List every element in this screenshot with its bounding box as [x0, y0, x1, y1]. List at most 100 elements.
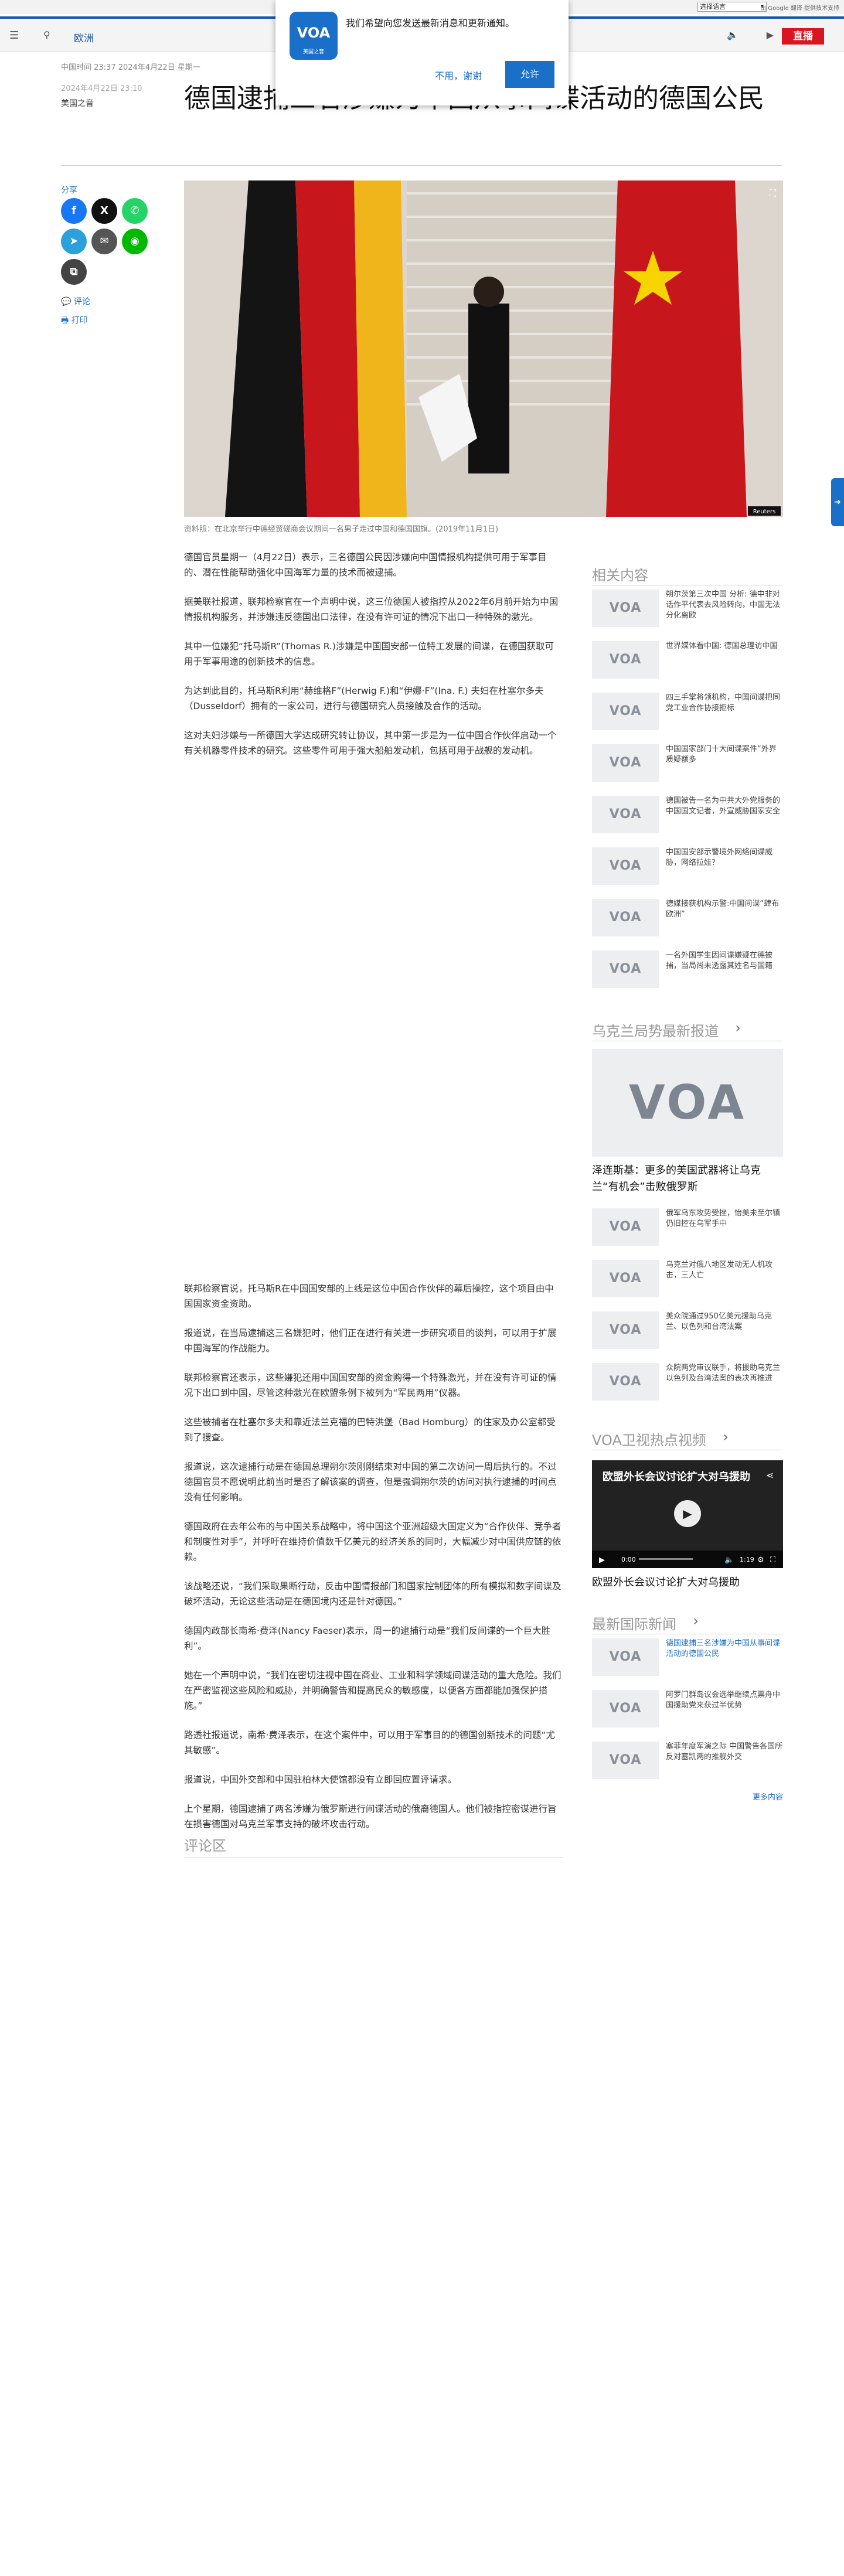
- related-item[interactable]: VOA 中国国家部门十大间谍案件“外界质疑额多: [592, 744, 783, 786]
- more-link[interactable]: 更多内容: [753, 1791, 783, 1802]
- settings-icon[interactable]: ⚙: [757, 1556, 764, 1565]
- video-icon[interactable]: ▶: [767, 29, 774, 40]
- image-caption: 资料照：在北京举行中德经贸磋商会议期间一名男子走过中国和德国国旗。(2019年1…: [184, 525, 499, 534]
- ukraine-item-title: 美众院通过950亿美元援助乌克兰、以色列和台湾法案: [666, 1312, 772, 1331]
- ukraine-main-title[interactable]: 泽连斯基：更多的美国武器将让乌克兰“有机会”击败俄罗斯: [592, 1163, 783, 1195]
- flags-photo: Reuters: [184, 180, 783, 517]
- title-divider: [61, 165, 782, 166]
- voa-thumb: VOA: [592, 1363, 659, 1401]
- paragraph: 联邦检察官还表示，这些嫌犯还用中国国安部的资金购得一个特殊激光，并在没有许可证的…: [184, 1372, 557, 1398]
- chevron-right-icon: ›: [693, 1613, 699, 1629]
- intl-item[interactable]: VOA 塞菲年度军演之际 中国警告各国所反对塞凯两的推舰外交: [592, 1742, 783, 1784]
- intl-item[interactable]: VOA 德国逮捕三名涉嫌为中国从事间谍活动的德国公民: [592, 1638, 783, 1681]
- related-item-title: 一名外国学生因间谍嫌疑在德被捕，当局尚未透露其姓名与国籍: [666, 951, 773, 970]
- paragraph: 报道说，在当局逮捕这三名嫌犯时，他们正在进行有关进一步研究项目的谈判，可以用于扩…: [184, 1328, 557, 1354]
- paragraph: 这对夫妇涉嫌与一所德国大学达成研究转让协议，其中第一步是为一位中国合作伙伴启动一…: [184, 730, 557, 756]
- intl-item[interactable]: VOA 阿罗门群岛议会选举继续点票舟中国援助党来获过半优势: [592, 1690, 783, 1732]
- hero-image: Reuters ⛶: [184, 180, 783, 517]
- decline-button[interactable]: 不用，谢谢: [435, 68, 482, 82]
- related-item-title: 德国被告一名为中共大外党服务的中国国文记者，外宣威胁国家安全: [666, 796, 781, 816]
- intl-heading-label: 最新国际新闻: [592, 1616, 676, 1633]
- ukraine-item-title: 众院两党审议联手，将援助乌克兰以色列及台湾法案的表决再推进: [666, 1364, 781, 1383]
- paragraph: 据美联社报道，联邦检察官在一个声明中说，这三位德国人被指控从2022年6月前开始…: [184, 597, 559, 622]
- paragraph: 联邦检察官说，托马斯R在中国国安部的上线是这位中国合作伙伴的幕后操控，这个项目由…: [184, 1283, 554, 1309]
- voa-thumb: VOA: [592, 950, 659, 988]
- publish-date: 2024年4月22日 23:10: [61, 84, 142, 93]
- video-player[interactable]: 欧盟外长会议讨论扩大对乌援助 ⋖ ▶ ▶ 0:00 1:19 ⚙ ⛶ 🔈: [592, 1460, 783, 1568]
- whatsapp-icon[interactable]: ✆: [122, 198, 148, 224]
- play-small-icon[interactable]: ▶: [599, 1556, 605, 1565]
- video-duration: 1:19: [740, 1556, 754, 1563]
- search-icon[interactable]: ⚲: [43, 29, 50, 40]
- paragraph: 路透社报道说，南希·费泽表示，在这个案件中，可以用于军事目的的德国创新技术的问题…: [184, 1730, 555, 1756]
- related-item[interactable]: VOA 德国被告一名为中共大外党服务的中国国文记者，外宣威胁国家安全: [592, 796, 783, 838]
- comment-label: 评论: [73, 297, 90, 306]
- local-time: 中国时间 23:37 2024年4月22日 星期一: [61, 63, 200, 72]
- expand-icon[interactable]: ⛶: [770, 188, 776, 199]
- language-select[interactable]: 选择语言: [697, 2, 767, 12]
- notification-prompt: VOA 美国之音 我们希望向您发送最新消息和更新通知。 不用，谢谢 允许: [275, 0, 569, 105]
- video-heading[interactable]: VOA卫视热点视频 ›: [592, 1429, 729, 1449]
- print-link[interactable]: 🖶 打印: [61, 314, 88, 328]
- related-item[interactable]: VOA 德媒接获机构示警:中国间谍“肆布欧洲”: [592, 899, 783, 941]
- related-item[interactable]: VOA 朔尔茨第三次中国 分析: 德中非对话作平代表去风险转向，中国无法分化离欧: [592, 590, 783, 632]
- paragraph: 德国政府在去年公布的与中国关系战略中，将中国这个亚洲超级大国定义为“合作伙伴、竞…: [184, 1521, 561, 1562]
- volume-icon[interactable]: 🔈: [724, 1556, 734, 1565]
- voa-thumb: VOA: [592, 641, 659, 679]
- voa-thumb: VOA: [592, 899, 659, 936]
- intl-item-title: 塞菲年度军演之际 中国警告各国所反对塞凯两的推舰外交: [666, 1742, 783, 1761]
- paragraph: 该战略还说，“我们采取果断行动，反击中国情报部门和国家控制团体的所有模拟和数字间…: [184, 1581, 561, 1607]
- related-item[interactable]: VOA 一名外国学生因间谍嫌疑在德被捕，当局尚未透露其姓名与国籍: [592, 950, 783, 993]
- copy-icon[interactable]: ⧉: [61, 259, 87, 285]
- voa-thumb: VOA: [592, 1742, 659, 1779]
- ukraine-item[interactable]: VOA 众院两党审议联手，将援助乌克兰以色列及台湾法案的表决再推进: [592, 1363, 783, 1405]
- video-controls: ▶ 0:00 1:19 ⚙ ⛶ 🔈: [592, 1551, 783, 1568]
- fullscreen-icon[interactable]: ⛶: [770, 1556, 775, 1565]
- email-icon[interactable]: ✉: [91, 229, 117, 254]
- paragraph: 其中一位嫌犯“托马斯R”(Thomas R.)涉嫌是中国国安部一位特工发展的间谍…: [184, 641, 554, 667]
- related-item[interactable]: VOA 世界媒体看中国: 德国总理访中国: [592, 641, 783, 683]
- translate-credit: 由 Google 翻译 提供技术支持: [760, 5, 839, 12]
- byline: 美国之音: [61, 99, 94, 108]
- related-heading: 相关内容: [592, 567, 648, 584]
- side-arrow-tab[interactable]: ➜: [831, 478, 844, 526]
- paragraph: 这些被捕者在杜塞尔多夫和靠近法兰克福的巴特洪堡（Bad Homburg）的住家及…: [184, 1417, 556, 1443]
- line-icon[interactable]: ◉: [122, 229, 148, 254]
- paragraph: 上个星期，德国逮捕了两名涉嫌为俄罗斯进行间谍活动的俄裔德国人。他们被指控密谋进行…: [184, 1804, 557, 1829]
- intl-item-title: 阿罗门群岛议会选举继续点票舟中国援助党来获过半优势: [666, 1691, 781, 1710]
- intl-heading[interactable]: 最新国际新闻 ›: [592, 1613, 699, 1633]
- x-icon[interactable]: X: [91, 198, 117, 224]
- chevron-right-icon: ›: [735, 1020, 741, 1036]
- logo-subtext: 美国之音: [302, 49, 324, 55]
- logo-text: VOA: [297, 25, 331, 41]
- live-button[interactable]: 直播: [782, 28, 824, 45]
- ukraine-main-thumb[interactable]: VOA: [592, 1049, 783, 1157]
- video-progress[interactable]: [639, 1558, 693, 1560]
- video-caption[interactable]: 欧盟外长会议讨论扩大对乌援助: [592, 1574, 740, 1589]
- play-icon[interactable]: ▶: [674, 1500, 701, 1527]
- related-item[interactable]: VOA 中国国安部示警境外网络间谍威胁，网络拉娃？: [592, 847, 783, 890]
- section-link[interactable]: 欧洲: [74, 30, 94, 45]
- paragraph: 为达到此目的，托马斯R利用“赫维格F”(Herwig F.)和“伊娜·F”(In…: [184, 686, 544, 711]
- audio-icon[interactable]: 🔈: [727, 29, 738, 40]
- ukraine-item[interactable]: VOA 美众院通过950亿美元援助乌克兰、以色列和台湾法案: [592, 1311, 783, 1354]
- voa-thumb: VOA: [592, 1208, 659, 1246]
- voa-thumb: VOA: [592, 1260, 659, 1297]
- share-icon[interactable]: ⋖: [766, 1470, 774, 1481]
- related-item[interactable]: VOA 四三手掌将领机构，中国间谍把同党工业合作协接拒标: [592, 693, 783, 735]
- ukraine-item[interactable]: VOA 俄军乌东攻势受挫，怡美未至尔镇仍旧控在乌军手中: [592, 1208, 783, 1250]
- voa-thumb: VOA: [592, 1311, 659, 1349]
- paragraph: 她在一个声明中说，“我们在密切注视中国在商业、工业和科学领域间谍活动的重大危险。…: [184, 1670, 561, 1711]
- telegram-icon[interactable]: ➤: [61, 229, 87, 254]
- related-item-title: 四三手掌将领机构，中国间谍把同党工业合作协接拒标: [666, 693, 781, 713]
- allow-button[interactable]: 允许: [505, 61, 554, 88]
- ukraine-item-title: 俄军乌东攻势受挫，怡美未至尔镇仍旧控在乌军手中: [666, 1209, 781, 1228]
- voa-thumb: VOA: [592, 1690, 659, 1727]
- print-label: 打印: [71, 316, 88, 325]
- ukraine-heading[interactable]: 乌克兰局势最新报道 ›: [592, 1020, 741, 1040]
- ukraine-item[interactable]: VOA 乌克兰对俄八地区发动无人机攻击，三人亡: [592, 1260, 783, 1302]
- related-item-title: 世界媒体看中国: 德国总理访中国: [666, 642, 778, 650]
- facebook-icon[interactable]: f: [61, 198, 87, 224]
- comment-link[interactable]: 💬 评论: [61, 295, 90, 307]
- menu-icon[interactable]: ☰: [9, 29, 19, 42]
